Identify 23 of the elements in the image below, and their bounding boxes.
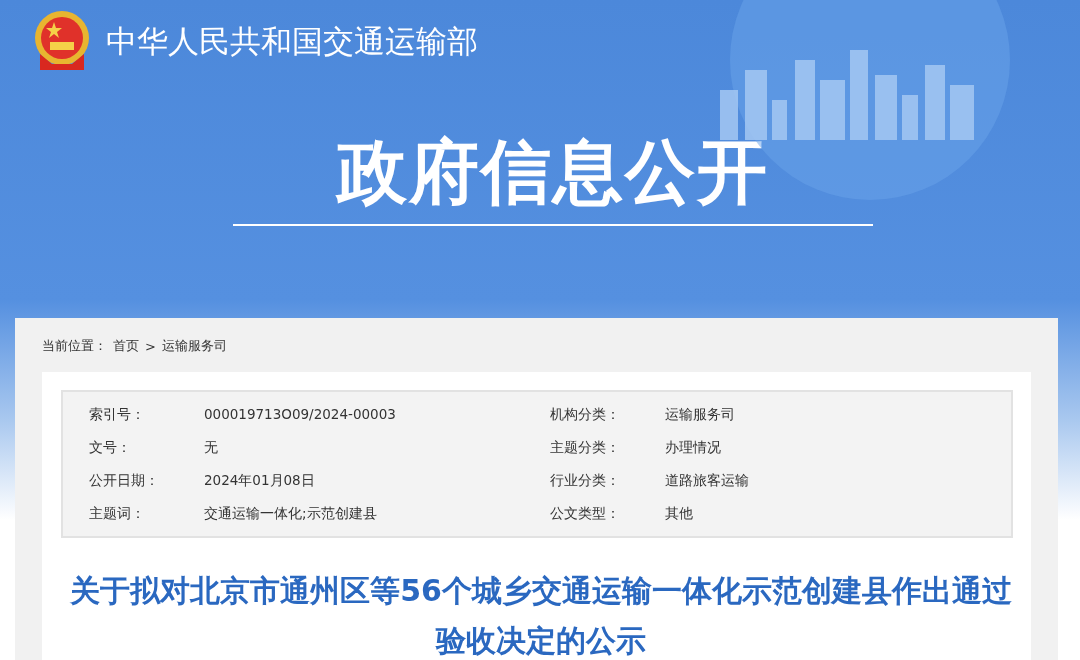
field-label: 机构分类： (550, 405, 621, 424)
field-value: 办理情况 (665, 438, 722, 457)
field-value: 道路旅客运输 (665, 471, 750, 490)
ministry-name: 中华人民共和国交通运输部 (106, 22, 478, 61)
field-value: 交通运输一体化;示范创建县 (204, 504, 378, 523)
field-value: 2024年01月08日 (204, 471, 316, 490)
field-label: 索引号： (89, 405, 146, 424)
field-label: 公文类型： (550, 504, 621, 523)
article-title: 关于拟对北京市通州区等56个城乡交通运输一体化示范创建县作出通过验收决定的公示 (69, 572, 1013, 660)
breadcrumb-label: 当前位置： (42, 337, 107, 355)
breadcrumb-link[interactable]: 首页 (113, 337, 139, 355)
field-label: 公开日期： (89, 471, 160, 490)
field-label: 主题分类： (550, 438, 621, 457)
banner-title: 政府信息公开 (337, 132, 769, 212)
field-label: 行业分类： (550, 471, 621, 490)
field-value: 无 (204, 438, 219, 457)
breadcrumb-link[interactable]: 运输服务司 (161, 337, 227, 355)
field-label: 主题词： (89, 504, 146, 523)
field-label: 文号： (89, 438, 132, 457)
breadcrumb-separator: > (145, 338, 156, 354)
field-value: 运输服务司 (665, 405, 736, 424)
field-value: 其他 (665, 504, 694, 523)
field-value: 000019713O09/2024-00003 (204, 405, 397, 424)
